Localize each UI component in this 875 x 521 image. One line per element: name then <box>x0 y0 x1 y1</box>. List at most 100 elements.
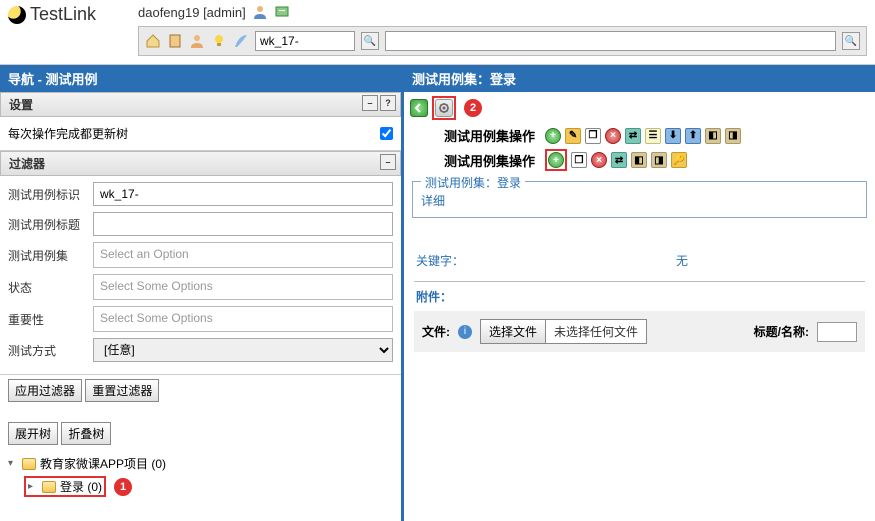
logo-icon <box>8 6 26 24</box>
settings-title: 设置 <box>9 98 33 112</box>
user-icon[interactable] <box>252 4 268 20</box>
filter-title: 过滤器 <box>9 157 45 171</box>
suite-label: 测试用例集 <box>8 247 93 264</box>
testcase-ops-row: 测试用例集操作 + ❐ × ⇄ ◧ ◨ 🔑 3 <box>404 147 875 173</box>
annotation-1: 1 <box>114 478 132 496</box>
settings-header: 设置 – ? <box>0 92 401 117</box>
home-icon[interactable] <box>145 33 161 49</box>
tree-area: ▾ 教育家微课APP项目 (0) ▸ 登录 (0) 1 <box>0 449 401 521</box>
search-button-1[interactable]: 🔍 <box>361 32 379 50</box>
apply-filter-button[interactable]: 应用过滤器 <box>8 379 82 402</box>
logo: TestLink <box>8 4 96 25</box>
attach-label: 附件： <box>404 288 875 305</box>
tc-action1-icon[interactable]: ◧ <box>631 152 647 168</box>
global-search-input[interactable] <box>385 31 836 51</box>
filter-body: 测试用例标识 测试用例标题 测试用例集 Select an Option 状态 … <box>0 176 401 375</box>
filter-collapse-icon[interactable]: – <box>380 154 396 170</box>
info-icon[interactable]: i <box>458 325 472 339</box>
exectype-select[interactable]: [任意] <box>93 338 393 362</box>
choose-file-button[interactable]: 选择文件 <box>481 320 546 343</box>
tctitle-label: 测试用例标题 <box>8 216 93 233</box>
settings-body: 每次操作完成都更新树 <box>0 117 401 151</box>
suite-ops-label: 测试用例集操作 <box>444 126 535 145</box>
tctitle-input[interactable] <box>93 212 393 236</box>
refresh-label: 每次操作完成都更新树 <box>8 125 128 142</box>
action1-icon[interactable]: ◧ <box>705 128 721 144</box>
tree-toggle-icon[interactable]: ▾ <box>8 458 18 469</box>
collapse-icon[interactable]: – <box>362 95 378 111</box>
expand-tree-button[interactable]: 展开树 <box>8 422 58 445</box>
folder-icon <box>22 458 36 470</box>
filter-buttons: 应用过滤器 重置过滤器 <box>0 375 401 406</box>
export-suite-icon[interactable]: ⬇ <box>665 128 681 144</box>
right-header: 测试用例集：登录 <box>404 65 875 92</box>
no-file-text: 未选择任何文件 <box>546 320 646 343</box>
copy-suite-icon[interactable]: ❐ <box>585 128 601 144</box>
sort-suite-icon[interactable]: ☰ <box>645 128 661 144</box>
user-mgmt-icon[interactable] <box>189 33 205 49</box>
help-icon[interactable]: ? <box>380 95 396 111</box>
delete-tc-icon[interactable]: × <box>591 152 607 168</box>
import-suite-icon[interactable]: ⬆ <box>685 128 701 144</box>
suite-select[interactable]: Select an Option <box>93 242 393 268</box>
suite-details-fieldset: 测试用例集：登录 详细 <box>412 181 867 218</box>
refresh-checkbox[interactable] <box>380 127 393 140</box>
bulb-icon[interactable] <box>211 33 227 49</box>
tcid-input[interactable] <box>93 182 393 206</box>
annotation-2: 2 <box>464 99 482 117</box>
file-input[interactable]: 选择文件 未选择任何文件 <box>480 319 647 344</box>
tree-root-label: 教育家微课APP项目 (0) <box>40 455 166 472</box>
nav-header: 导航 - 测试用例 <box>0 65 401 92</box>
main-toolbar: 🔍 🔍 <box>138 26 867 56</box>
importance-select[interactable]: Select Some Options <box>93 306 393 332</box>
edit-suite-icon[interactable]: ✎ <box>565 128 581 144</box>
file-label: 文件: <box>422 323 450 340</box>
reset-filter-button[interactable]: 重置过滤器 <box>85 379 159 402</box>
filter-header: 过滤器 – <box>0 151 401 176</box>
app-name: TestLink <box>30 4 96 25</box>
folder-icon <box>42 481 56 493</box>
tree-toggle-child-icon[interactable]: ▸ <box>28 481 38 492</box>
back-icon[interactable] <box>410 99 428 117</box>
move-suite-icon[interactable]: ⇄ <box>625 128 641 144</box>
keyword-row: 关键字： 无 <box>404 246 875 275</box>
tcid-label: 测试用例标识 <box>8 186 93 203</box>
action2-icon[interactable]: ◨ <box>725 128 741 144</box>
title-input[interactable] <box>817 322 857 342</box>
top-header: TestLink daofeng19 [admin] 🔍 🔍 <box>0 0 875 65</box>
status-label: 状态 <box>8 279 93 296</box>
file-row: 文件: i 选择文件 未选择任何文件 标题/名称: <box>414 311 865 352</box>
tree-root-node[interactable]: ▾ 教育家微课APP项目 (0) <box>8 453 393 474</box>
project-icon[interactable] <box>274 4 290 20</box>
add-suite-icon[interactable]: + <box>545 128 561 144</box>
left-panel: 导航 - 测试用例 设置 – ? 每次操作完成都更新树 过滤器 – 测试用例标识 <box>0 65 404 521</box>
search-button-2[interactable]: 🔍 <box>842 32 860 50</box>
tree-child-label: 登录 (0) <box>60 478 102 495</box>
feather-icon[interactable] <box>233 33 249 49</box>
right-toolbar: 2 <box>404 92 875 124</box>
keyword-label: 关键字： <box>416 252 676 269</box>
copy-tc-icon[interactable]: ❐ <box>571 152 587 168</box>
status-select[interactable]: Select Some Options <box>93 274 393 300</box>
move-tc-icon[interactable]: ⇄ <box>611 152 627 168</box>
delete-suite-icon[interactable]: × <box>605 128 621 144</box>
tree-child-node[interactable]: ▸ 登录 (0) 1 <box>24 474 393 499</box>
spec-icon[interactable] <box>167 33 183 49</box>
user-display: daofeng19 [admin] <box>138 5 246 20</box>
tree-buttons: 展开树 折叠树 <box>0 418 401 449</box>
exectype-label: 测试方式 <box>8 342 93 359</box>
quick-search-input[interactable] <box>255 31 355 51</box>
importance-label: 重要性 <box>8 311 93 328</box>
tc-ops-label: 测试用例集操作 <box>444 151 535 170</box>
suite-ops-row: 测试用例集操作 + ✎ ❐ × ⇄ ☰ ⬇ ⬆ ◧ ◨ <box>404 124 875 147</box>
add-testcase-icon[interactable]: + <box>548 152 564 168</box>
title-label: 标题/名称: <box>754 323 809 340</box>
keyword-value: 无 <box>676 252 688 269</box>
key-icon[interactable]: 🔑 <box>671 152 687 168</box>
gear-icon[interactable] <box>435 99 453 117</box>
detail-link[interactable]: 详细 <box>421 194 445 208</box>
user-info: daofeng19 [admin] <box>138 4 290 20</box>
fieldset-legend: 测试用例集：登录 <box>421 174 525 191</box>
collapse-tree-button[interactable]: 折叠树 <box>61 422 111 445</box>
tc-action2-icon[interactable]: ◨ <box>651 152 667 168</box>
